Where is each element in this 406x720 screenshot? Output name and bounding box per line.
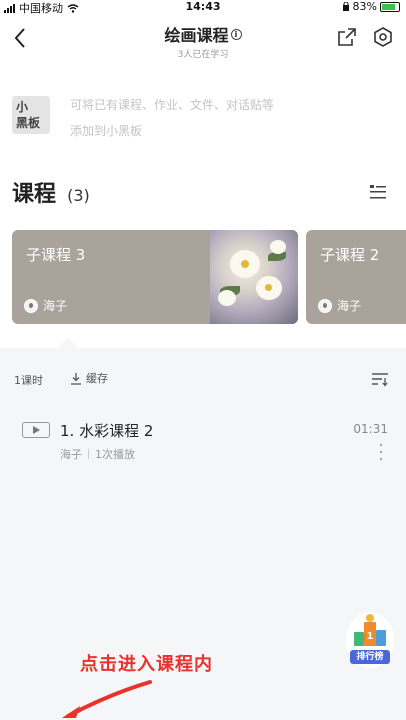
meta-divider	[88, 449, 89, 459]
more-vertical-icon[interactable]	[378, 444, 384, 460]
avatar	[24, 298, 38, 313]
download-icon	[71, 372, 81, 385]
course-card-1[interactable]: 子课程 3 海子	[12, 230, 298, 324]
battery-icon	[380, 1, 400, 12]
annotation-arrow-icon	[62, 680, 152, 718]
cache-button[interactable]: 缓存	[70, 370, 108, 386]
lesson-item[interactable]: 1. 水彩课程 2 海子 1次播放 01:31	[22, 420, 394, 464]
ranking-button[interactable]: 1 排行榜	[346, 612, 394, 668]
course-card-title: 子课程 3	[26, 246, 86, 264]
rank-number: 1	[367, 631, 374, 642]
page-title[interactable]: 绘画课程 i	[164, 22, 242, 46]
lesson-author: 海子	[60, 448, 82, 461]
blackboard-hint-line2: 添加到小黑板	[70, 124, 143, 138]
list-view-button[interactable]	[368, 182, 388, 202]
courses-section-header: 课程 (3)	[12, 176, 396, 210]
lesson-duration: 01:31	[353, 422, 388, 436]
blackboard-badge: 小 黑板	[12, 96, 50, 134]
course-card-title: 子课程 2	[320, 246, 380, 264]
lesson-plays: 1次播放	[95, 448, 135, 461]
cache-label: 缓存	[86, 372, 108, 385]
course-card-author-name: 海子	[337, 299, 362, 313]
course-card-author: 海子	[318, 297, 361, 314]
lessons-toolbar: 1课时 缓存	[14, 370, 392, 390]
hexagon-gear-icon	[374, 27, 392, 47]
courses-title: 课程	[12, 182, 57, 207]
battery-percent: 83%	[352, 0, 377, 13]
status-right: 83%	[342, 0, 400, 13]
courses-count: (3)	[67, 186, 90, 205]
course-card-thumbnail	[210, 230, 298, 324]
settings-button[interactable]	[372, 26, 396, 50]
sort-icon	[372, 373, 388, 387]
blackboard-hint-line1: 可将已有课程、作业、文件、对话贴等	[70, 98, 275, 112]
play-icon	[22, 422, 50, 438]
page-title-text: 绘画课程	[164, 26, 229, 45]
course-card-2[interactable]: 子课程 2 海子	[306, 230, 406, 324]
avatar	[318, 298, 332, 313]
share-button[interactable]	[336, 26, 360, 50]
lesson-count: 1课时	[14, 374, 43, 387]
status-bar: 中国移动 14:43 83%	[0, 0, 406, 16]
lesson-title: 1. 水彩课程 2	[60, 422, 154, 440]
alarm-icon	[342, 1, 349, 11]
annotation-text: 点击进入课程内	[80, 654, 213, 675]
blackboard-badge-line1: 小	[16, 100, 29, 114]
info-icon: i	[230, 28, 242, 40]
share-icon	[338, 28, 356, 46]
course-card-author: 海子	[24, 297, 67, 314]
header: 绘画课程 i 3人已在学习	[0, 16, 406, 64]
list-view-icon	[370, 185, 386, 199]
course-card-author-name: 海子	[43, 299, 68, 313]
blackboard[interactable]: 小 黑板 可将已有课程、作业、文件、对话贴等 添加到小黑板	[12, 92, 396, 142]
lesson-meta: 海子 1次播放	[60, 446, 135, 462]
panel-pointer	[58, 338, 78, 348]
ranking-label: 排行榜	[350, 650, 390, 664]
sort-button[interactable]	[370, 370, 390, 388]
blackboard-badge-line2: 黑板	[16, 116, 41, 130]
